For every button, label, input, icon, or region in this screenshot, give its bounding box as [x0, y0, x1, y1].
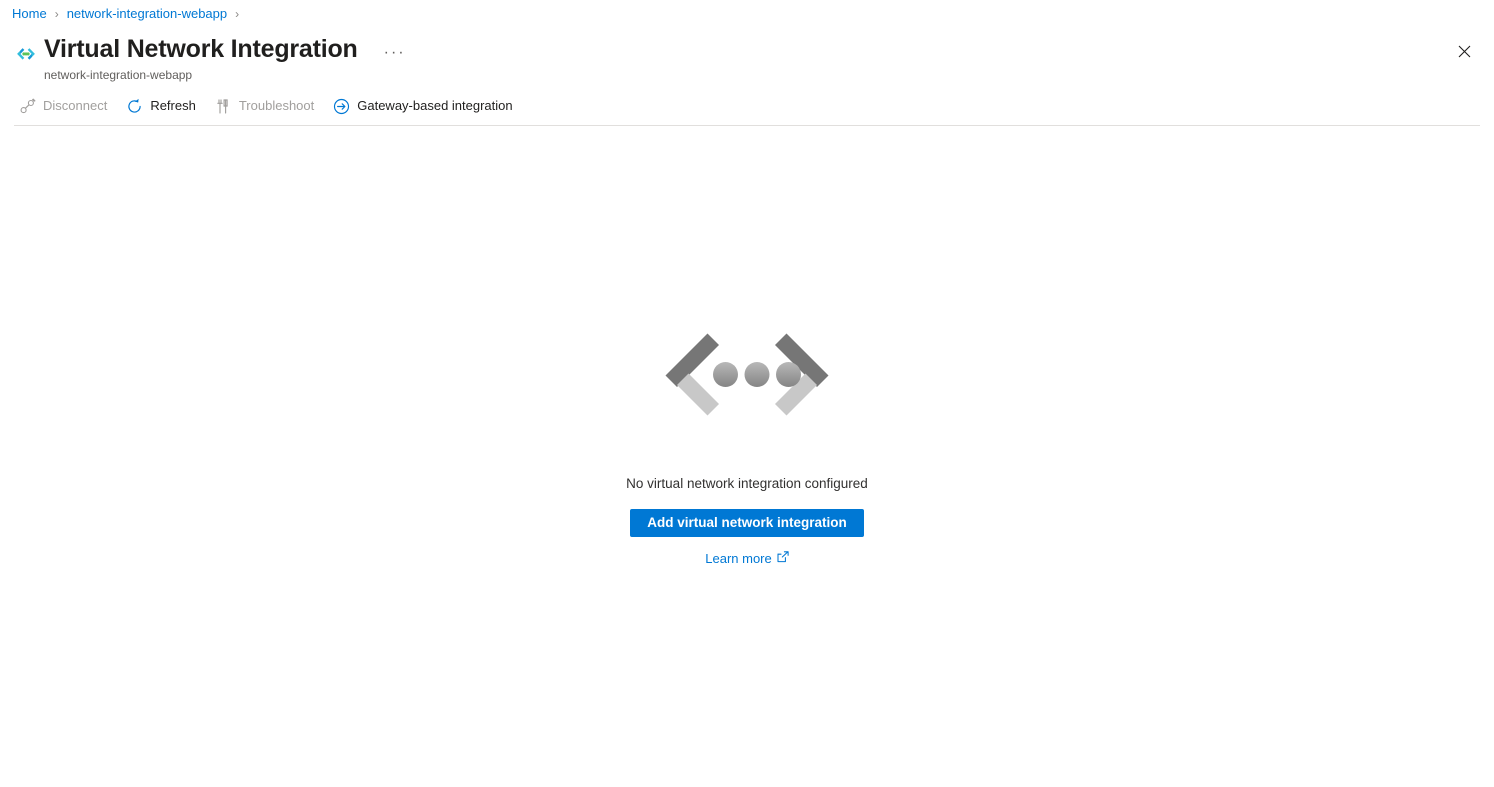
breadcrumb: Home › network-integration-webapp ›	[0, 0, 1494, 28]
main-content: No virtual network integration configure…	[0, 126, 1494, 783]
empty-state: No virtual network integration configure…	[0, 326, 1494, 566]
close-icon	[1458, 45, 1471, 63]
page-title-row: Virtual Network Integration ···	[44, 34, 410, 64]
command-toolbar: Disconnect Refresh Troubleshoot Gateway-…	[0, 88, 1494, 124]
toolbar-refresh-label: Refresh	[150, 98, 196, 113]
arrow-circle-right-icon	[332, 97, 350, 115]
code-brackets-dots-illustration	[657, 326, 837, 446]
more-options-button[interactable]: ···	[380, 44, 410, 62]
troubleshoot-icon	[214, 97, 232, 115]
breadcrumb-item-home[interactable]: Home	[12, 0, 47, 28]
page-title: Virtual Network Integration	[44, 35, 358, 63]
disconnect-icon	[18, 97, 36, 115]
add-virtual-network-integration-button[interactable]: Add virtual network integration	[630, 509, 864, 537]
toolbar-gateway-based-integration-label: Gateway-based integration	[357, 98, 513, 113]
page-header: Virtual Network Integration ··· network-…	[0, 28, 1494, 86]
breadcrumb-separator-icon: ›	[235, 7, 240, 21]
toolbar-gateway-based-integration-button[interactable]: Gateway-based integration	[328, 91, 520, 121]
external-link-icon	[777, 551, 789, 566]
page-title-block: Virtual Network Integration ··· network-…	[44, 34, 410, 83]
toolbar-disconnect-label: Disconnect	[43, 98, 108, 113]
toolbar-troubleshoot-button[interactable]: Troubleshoot	[210, 91, 322, 121]
breadcrumb-item-webapp[interactable]: network-integration-webapp	[67, 0, 227, 28]
learn-more-label: Learn more	[705, 551, 772, 566]
toolbar-disconnect-button[interactable]: Disconnect	[14, 91, 115, 121]
learn-more-link[interactable]: Learn more	[705, 551, 789, 566]
breadcrumb-separator-icon: ›	[54, 7, 59, 21]
toolbar-troubleshoot-label: Troubleshoot	[238, 98, 315, 113]
refresh-icon	[125, 97, 143, 115]
vnet-integration-icon	[12, 40, 40, 68]
close-button[interactable]	[1448, 38, 1480, 70]
toolbar-refresh-button[interactable]: Refresh	[121, 91, 204, 121]
page-subtitle: network-integration-webapp	[44, 68, 193, 82]
empty-state-message: No virtual network integration configure…	[626, 476, 868, 491]
